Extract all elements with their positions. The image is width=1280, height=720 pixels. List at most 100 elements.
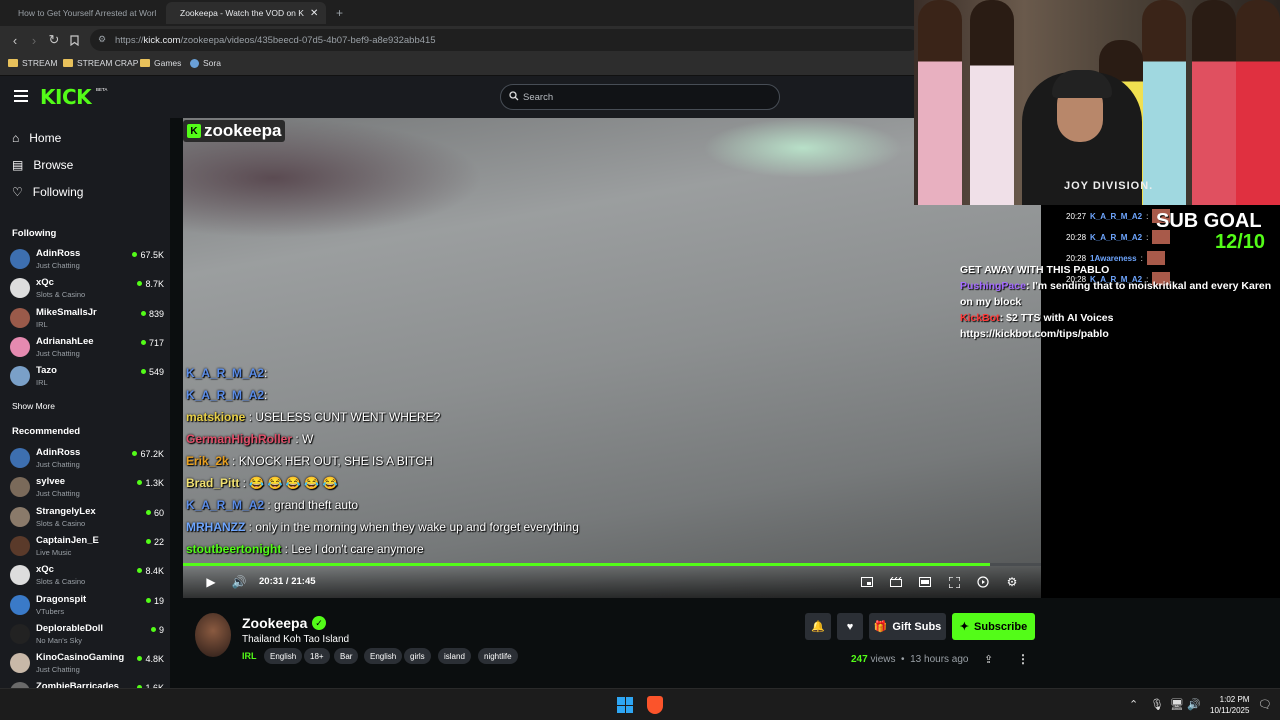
heart-icon: ♥ [846, 620, 854, 633]
show-more-link[interactable]: Show More [12, 401, 55, 411]
settings-gear-icon[interactable]: ⚙ [1004, 574, 1020, 590]
chat-username: Erik_2k [186, 454, 229, 468]
channel-item[interactable]: ZombieBarricades1.6K [10, 680, 164, 688]
theater-mode-icon[interactable] [917, 574, 933, 590]
url-input[interactable]: ⚙ https://kick.com/zookeepa/videos/435be… [90, 29, 920, 51]
nav-browse[interactable]: ▤ Browse [12, 158, 73, 172]
channel-avatar [10, 653, 30, 674]
close-tab-icon[interactable]: ✕ [310, 8, 318, 19]
channel-item[interactable]: DeplorableDoll No Man's Sky 9 [10, 622, 164, 650]
stream-category[interactable]: IRL [242, 651, 257, 661]
share-icon[interactable]: ⇪ [984, 653, 993, 666]
network-icon[interactable]: 🖥 [1170, 698, 1184, 711]
sidebar: ⌂ Home ▤ Browse ♡ Following Following AdinR… [0, 118, 170, 688]
tab-kick[interactable]: Zookeepa - Watch the VOD on K ✕ [166, 2, 326, 24]
channel-name: Tazo [36, 365, 57, 377]
microphone-icon[interactable]: 🎙 [1150, 698, 1164, 711]
windows-start-icon[interactable] [617, 697, 633, 713]
nav-label: Home [29, 131, 62, 145]
clock-time: 1:02 PM [1219, 695, 1250, 704]
stream-title: Thailand Koh Tao Island [242, 634, 350, 645]
channel-item[interactable]: KinoCasinoGaming Just Chatting 4.8K [10, 651, 164, 679]
channel-item[interactable]: AdinRoss Just Chatting 67.5K [10, 247, 164, 275]
tab-title: How to Get Yourself Arrested at Worl [18, 8, 157, 18]
clip-icon[interactable] [888, 574, 904, 590]
follow-button[interactable]: ♥ [837, 613, 863, 640]
chat-message: K_A_R_M_A2 : grand theft auto [186, 494, 666, 516]
chat-time: 20:27 [1066, 211, 1087, 221]
folder-icon [8, 59, 18, 67]
forward-button[interactable]: › [26, 32, 42, 48]
streamer-avatar[interactable] [195, 613, 231, 657]
site-settings-icon[interactable]: ⚙ [98, 34, 106, 45]
bookmark-stream[interactable]: STREAM [8, 58, 57, 68]
volume-icon[interactable]: 🔊 [231, 574, 247, 590]
new-tab-button[interactable]: + [336, 6, 343, 20]
bookmark-label: Games [154, 58, 182, 68]
tag-chip[interactable]: island [438, 648, 471, 664]
channel-category: Just Chatting [36, 261, 80, 270]
play-button[interactable]: ▶ [203, 574, 219, 590]
notifications-button[interactable]: 🔔 [805, 613, 831, 640]
tag-chip[interactable]: girls [404, 648, 431, 664]
tag-chip[interactable]: English [364, 648, 403, 664]
channel-item[interactable]: AdrianahLee Just Chatting 717 [10, 335, 164, 363]
channel-category: IRL [36, 319, 48, 329]
more-options-icon[interactable]: ⋮ [1017, 652, 1029, 666]
tag-chip[interactable]: nightlife [478, 648, 518, 664]
channel-item[interactable]: xQc Slots & Casino 8.4K [10, 563, 164, 591]
bookmark-games[interactable]: Games [140, 58, 181, 68]
bookmark-stream-crap[interactable]: STREAM CRAP [63, 58, 138, 68]
channel-item[interactable]: Tazo IRL 549 [10, 364, 164, 392]
url-path: /zookeepa/videos/435beecd-07d5-4b07-bef9… [180, 34, 436, 46]
tray-chevron-icon[interactable]: ⌃ [1129, 698, 1138, 711]
gift-subs-button[interactable]: 🎁 Gift Subs [869, 613, 946, 640]
fullscreen-icon[interactable] [946, 574, 962, 590]
channel-item[interactable]: Dragonspit VTubers 19 [10, 593, 164, 621]
pip-icon[interactable] [859, 574, 875, 590]
channel-category: Just Chatting [36, 348, 80, 358]
taskbar-clock[interactable]: 1:02 PM 10/11/2025 [1210, 694, 1249, 716]
background-figure [918, 0, 962, 205]
brave-browser-icon[interactable] [647, 696, 663, 714]
speaker-icon[interactable]: 🔊 [1187, 698, 1201, 711]
sora-icon [190, 58, 199, 68]
chat-username: K_A_R_M_A2 [186, 366, 265, 380]
background-figure [970, 0, 1014, 205]
viewer-count: 549 [141, 367, 164, 377]
nav-home[interactable]: ⌂ Home [12, 131, 61, 145]
search-placeholder: Search [523, 91, 554, 103]
tag-chip[interactable]: English [264, 648, 303, 664]
subscribe-button[interactable]: ✦ Subscribe [952, 613, 1035, 640]
tts-alert: GET AWAY WITH THIS PABLO PushingPace: I'… [960, 262, 1280, 342]
notification-icon[interactable]: 🗨 [1258, 698, 1272, 711]
channel-avatar [10, 535, 30, 556]
bookmark-icon[interactable] [66, 32, 82, 48]
channel-item[interactable]: MikeSmallsJr IRL 839 [10, 306, 164, 334]
viewer-count: 8.7K [137, 279, 164, 289]
channel-avatar [10, 506, 30, 527]
following-heading: Following [12, 228, 57, 239]
bookmark-sora[interactable]: Sora [190, 58, 221, 68]
channel-name: KinoCasinoGaming [36, 652, 125, 664]
back-button[interactable]: ‹ [7, 32, 23, 48]
menu-icon[interactable] [14, 90, 28, 102]
channel-item[interactable]: AdinRoss Just Chatting 67.2K [10, 446, 164, 474]
search-input[interactable]: Search [500, 84, 780, 110]
channel-item[interactable]: StrangelyLex Slots & Casino 60 [10, 505, 164, 533]
viewer-count: 4.8K [137, 654, 164, 664]
channel-item[interactable]: CaptainJen_E Live Music 22 [10, 534, 164, 562]
streamer-name[interactable]: Zookeepa [242, 615, 307, 631]
nav-following[interactable]: ♡ Following [12, 185, 83, 199]
channel-item[interactable]: sylvee Just Chatting 1.3K [10, 475, 164, 503]
tab-youtube[interactable]: How to Get Yourself Arrested at Worl [4, 2, 164, 24]
playback-speed-icon[interactable] [975, 574, 991, 590]
tag-chip[interactable]: 18+ [304, 648, 330, 664]
channel-name: AdrianahLee [36, 335, 94, 347]
tag-chip[interactable]: Bar [334, 648, 359, 664]
channel-avatar [10, 249, 30, 269]
reload-button[interactable]: ↻ [46, 32, 62, 48]
channel-item[interactable]: xQc Slots & Casino 8.7K [10, 276, 164, 304]
kick-logo[interactable]: KICK [40, 85, 92, 109]
views-label: views [870, 654, 896, 665]
